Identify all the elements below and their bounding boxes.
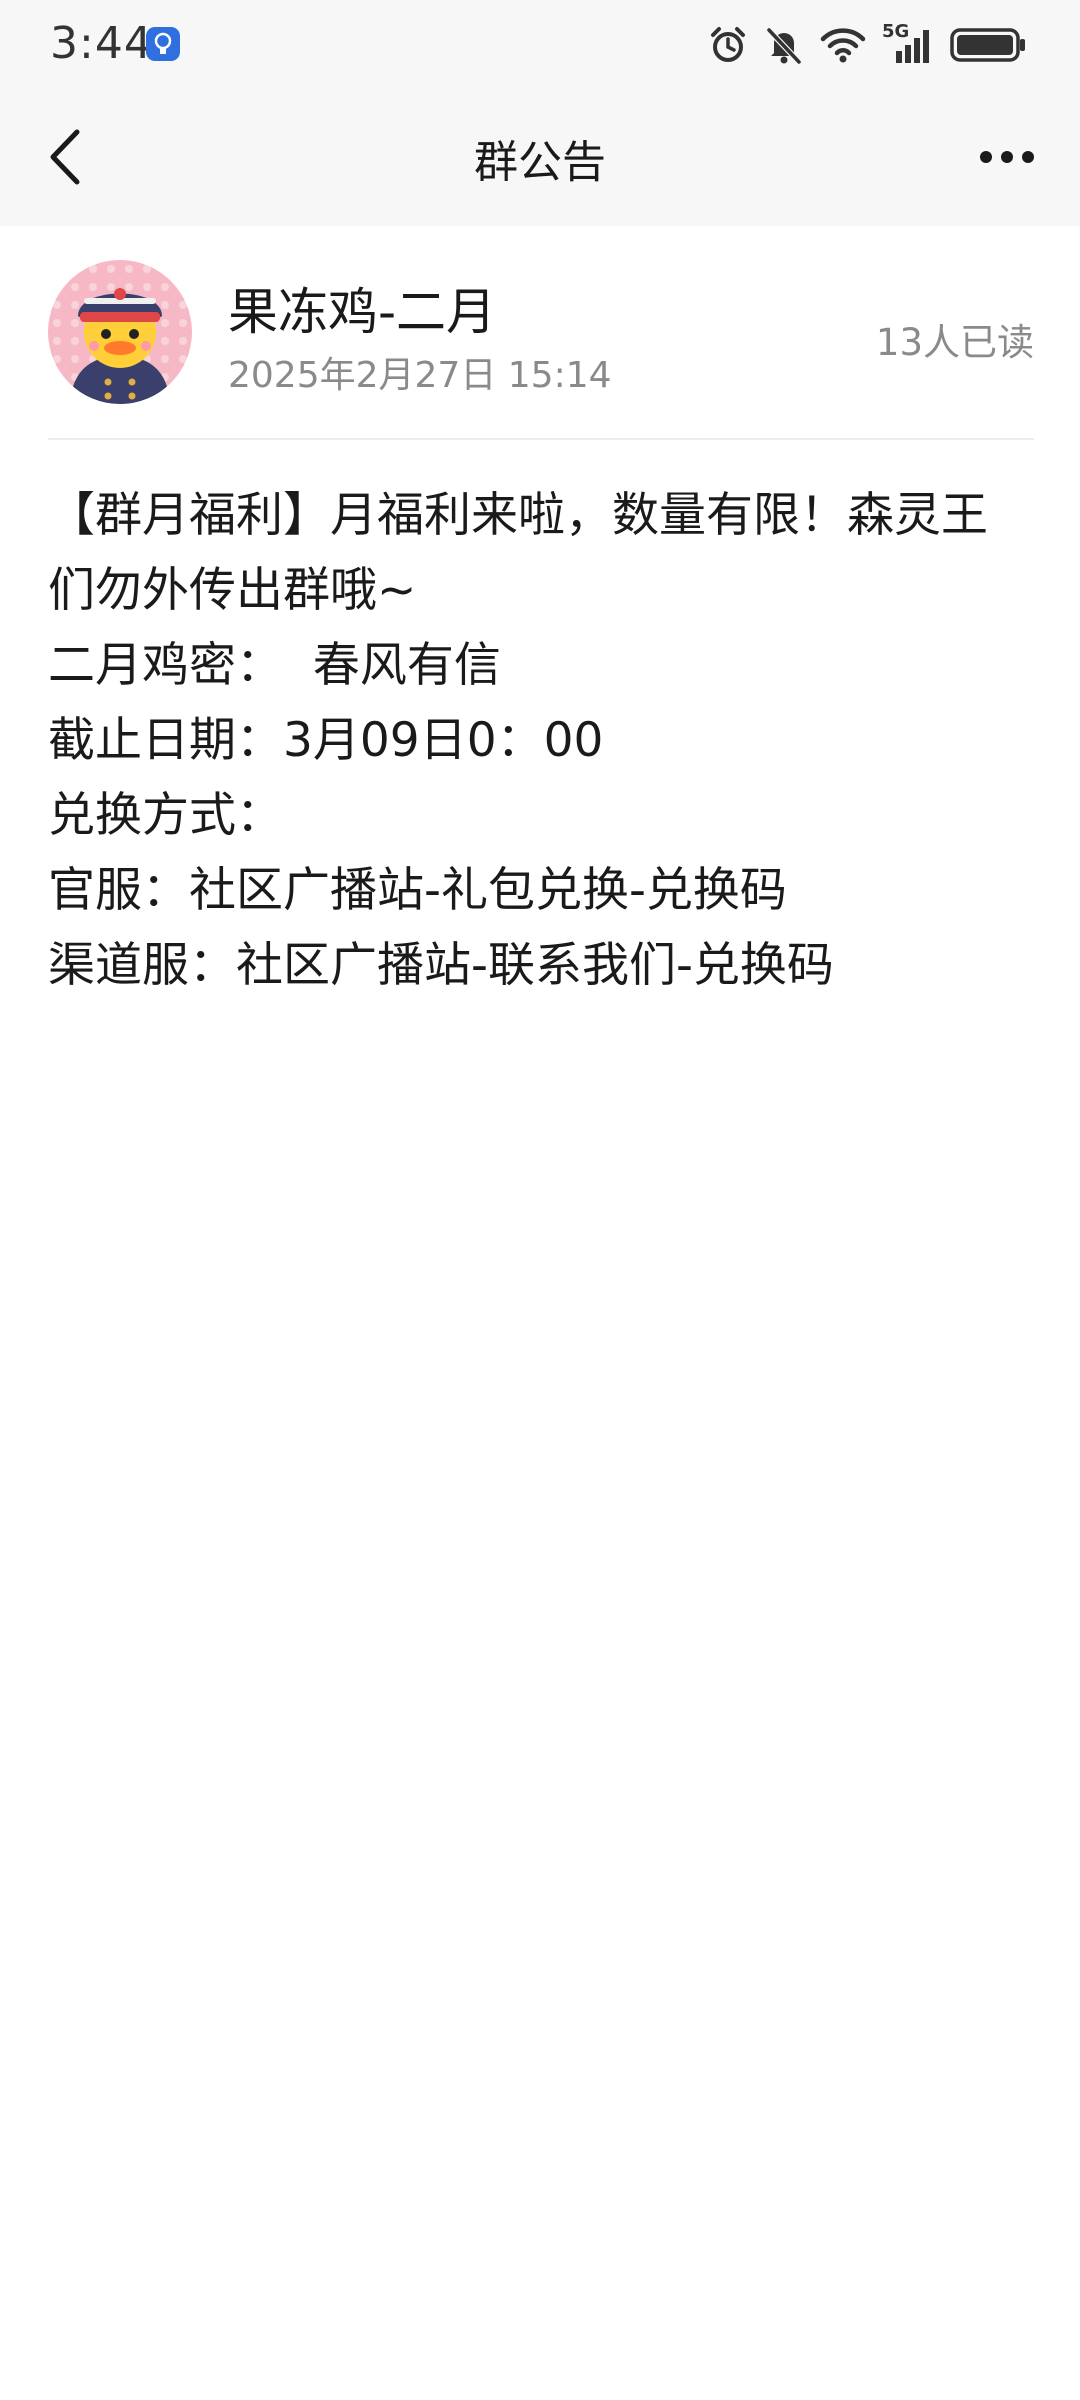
more-dots-icon xyxy=(980,151,1034,163)
wifi-icon xyxy=(820,28,866,63)
author-name[interactable]: 果冻鸡-二月 xyxy=(228,272,496,344)
announcement-line: 渠道服：社区广播站-联系我们-兑换码 xyxy=(48,938,834,993)
announcement-header: 果冻鸡-二月 2025年2月27日 15:14 13人已读 xyxy=(0,226,1080,440)
announcement-line: 二月鸡密： 春风有信 xyxy=(48,638,501,693)
status-time: 3:44 xyxy=(50,18,153,69)
signal-5g-icon: 5G xyxy=(882,21,934,65)
announcement-line: 截止日期：3月09日0：00 xyxy=(48,713,604,768)
more-options-button[interactable] xyxy=(972,132,1042,182)
battery-icon xyxy=(950,28,1025,62)
alarm-icon xyxy=(711,27,745,62)
status-bar: 3:44 5G xyxy=(0,0,1080,88)
duck-avatar-icon xyxy=(48,260,192,404)
status-icons: 5G xyxy=(708,21,1028,68)
announcement-screen: 3:44 5G 群公告 果冻鸡-二月 2025年2月27日 15:14 13人已… xyxy=(0,0,1080,2400)
nav-bar: 群公告 xyxy=(0,88,1080,226)
bell-muted-icon xyxy=(766,27,802,65)
announcement-line: 【群月福利】月福利来啦，数量有限！森灵王们勿外传出群哦~ xyxy=(48,488,988,618)
announcement-body: 【群月福利】月福利来啦，数量有限！森灵王们勿外传出群哦~ 二月鸡密： 春风有信 … xyxy=(48,478,1034,1003)
avatar[interactable] xyxy=(48,260,192,404)
page-title: 群公告 xyxy=(474,137,606,188)
announcement-line: 兑换方式： xyxy=(48,788,283,843)
post-timestamp: 2025年2月27日 15:14 xyxy=(228,355,612,396)
bulb-notification-icon xyxy=(146,27,180,61)
divider xyxy=(48,438,1034,440)
announcement-line: 官服：社区广播站-礼包兑换-兑换码 xyxy=(48,863,787,918)
read-count[interactable]: 13人已读 xyxy=(876,312,1034,366)
